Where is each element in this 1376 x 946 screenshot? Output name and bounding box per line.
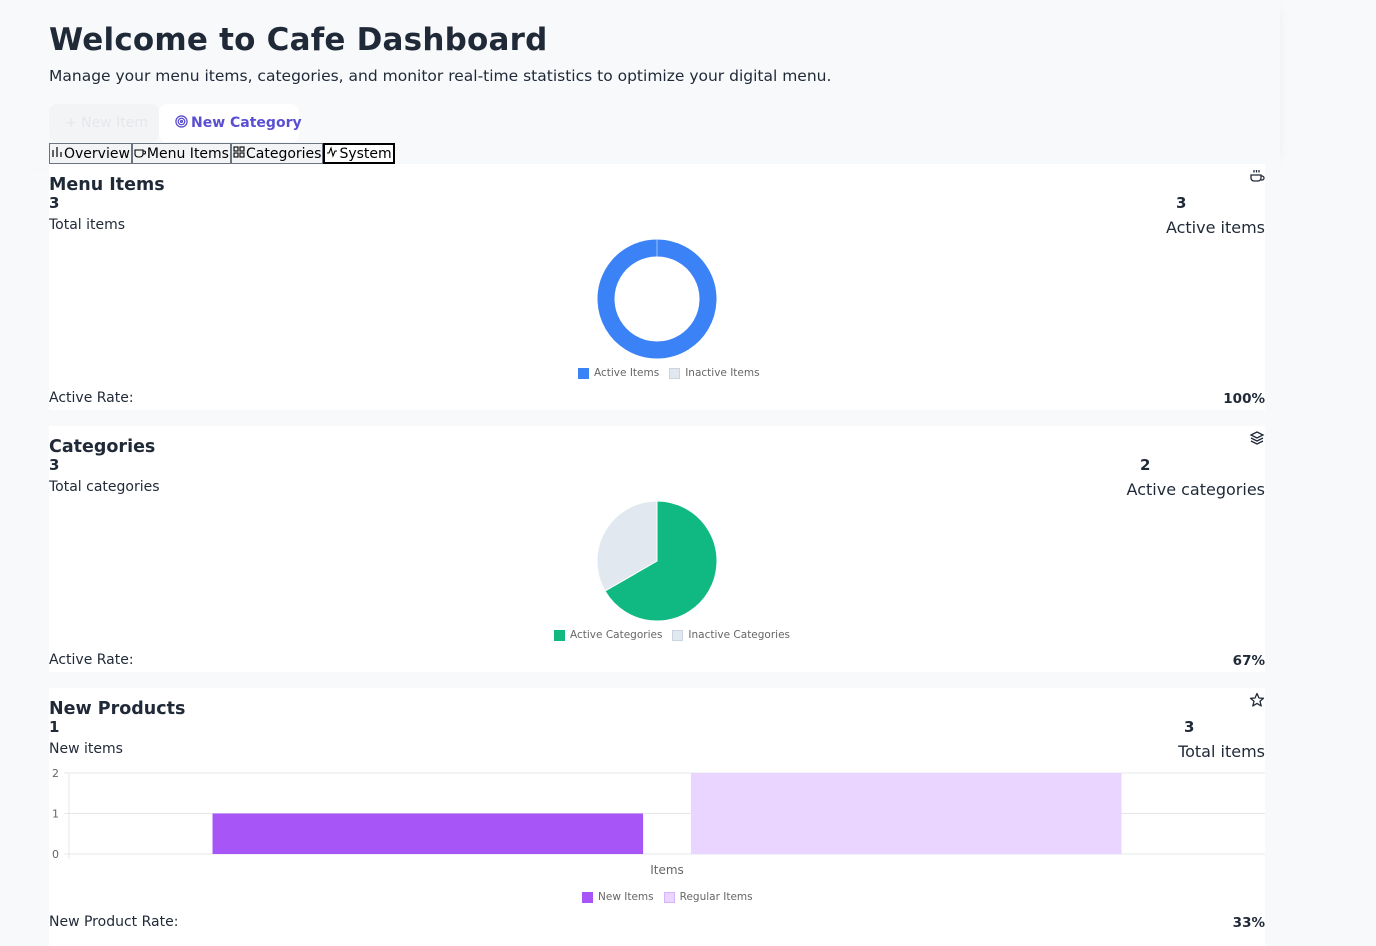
new-product-rate-label: New Product Rate: [49,914,179,930]
categories-pie-chart [596,500,718,622]
total-categories-value: 3 [49,456,60,474]
legend-item[interactable]: Inactive Categories [672,629,790,641]
tab-categories[interactable]: Categories [230,143,324,164]
legend-item[interactable]: New Items [582,891,654,903]
star-icon [1249,692,1265,708]
menu-items-card: Menu Items 3 Total items 3 Active items … [49,164,1265,410]
active-items-value: 3 [1176,194,1187,212]
y-tick-label: 0 [52,848,59,861]
total-items-label: Total items [49,217,126,233]
x-axis-label: Items [650,863,684,876]
tab-system[interactable]: System [323,143,395,164]
legend-label: Inactive Items [685,367,760,379]
new-items-value: 1 [49,718,60,736]
active-items-label: Active items [1165,218,1265,237]
legend-swatch [582,891,593,903]
tab-categories-label: Categories [245,145,322,162]
tab-overview[interactable]: Overview [49,143,132,164]
new-category-label: New Category [191,115,302,131]
activity-icon [326,145,338,162]
tab-system-label: System [339,145,392,162]
tab-bar: Overview Menu Items Categories System [49,143,395,164]
new-item-button[interactable]: + New Item [49,104,159,142]
active-rate-value: 67% [1232,653,1265,669]
legend-swatch [663,891,675,903]
y-tick-label: 1 [52,808,59,821]
legend-swatch [669,367,681,379]
new-products-title: New Products [49,699,186,719]
active-categories-value: 2 [1140,456,1151,474]
y-tick-label: 2 [52,767,59,780]
target-icon [175,114,188,132]
tab-menu-items[interactable]: Menu Items [131,143,231,164]
total-items-value: 3 [1184,718,1195,736]
tab-menu-items-label: Menu Items [146,145,229,162]
legend-item[interactable]: Active Items [578,367,659,379]
categories-title: Categories [49,437,156,457]
active-categories-label: Active categories [1126,480,1265,499]
active-rate-label: Active Rate: [49,390,134,406]
new-products-legend: New Items Regular Items [582,891,753,903]
total-items-value: 3 [49,194,60,212]
legend-item[interactable]: Inactive Items [669,367,760,379]
bar[interactable] [212,813,644,855]
new-items-label: New items [49,741,123,757]
legend-swatch [554,629,565,641]
layers-icon [1249,430,1265,446]
page-title: Welcome to Cafe Dashboard [49,22,548,58]
categories-legend: Active Categories Inactive Categories [554,629,790,641]
new-product-rate-value: 33% [1232,915,1265,931]
coffee-cup-icon [1249,168,1265,184]
new-item-label: + New Item [65,115,149,131]
legend-label: Inactive Categories [688,629,791,641]
legend-label: New Items [598,891,654,903]
bar-chart-icon [51,146,63,162]
total-categories-label: Total categories [49,479,160,495]
menu-items-doughnut-chart [596,238,718,360]
menu-items-legend: Active Items Inactive Items [578,367,760,379]
new-category-button[interactable]: New Category [159,104,302,142]
legend-label: Active Items [594,367,660,379]
active-rate-label: Active Rate: [49,652,134,668]
legend-label: Active Categories [570,629,663,641]
page-subtitle: Manage your menu items, categories, and … [49,67,832,85]
legend-swatch [672,629,684,641]
legend-label: Regular Items [679,891,753,903]
categories-card: Categories 3 Total categories 2 Active c… [49,426,1265,672]
new-products-card: New Products 1 New items 3 Total items 0… [49,688,1265,946]
new-products-bar-chart: 0 1 2 Items [52,767,1265,876]
bar[interactable] [690,773,1122,854]
legend-swatch [578,367,589,379]
total-items-label: Total items [1178,742,1265,761]
legend-item[interactable]: Regular Items [663,891,753,903]
coffee-icon [134,146,146,162]
active-rate-value: 100% [1223,391,1265,407]
menu-items-title: Menu Items [49,175,165,195]
tab-overview-label: Overview [64,145,130,162]
grid-icon [233,145,245,162]
legend-item[interactable]: Active Categories [554,629,662,641]
